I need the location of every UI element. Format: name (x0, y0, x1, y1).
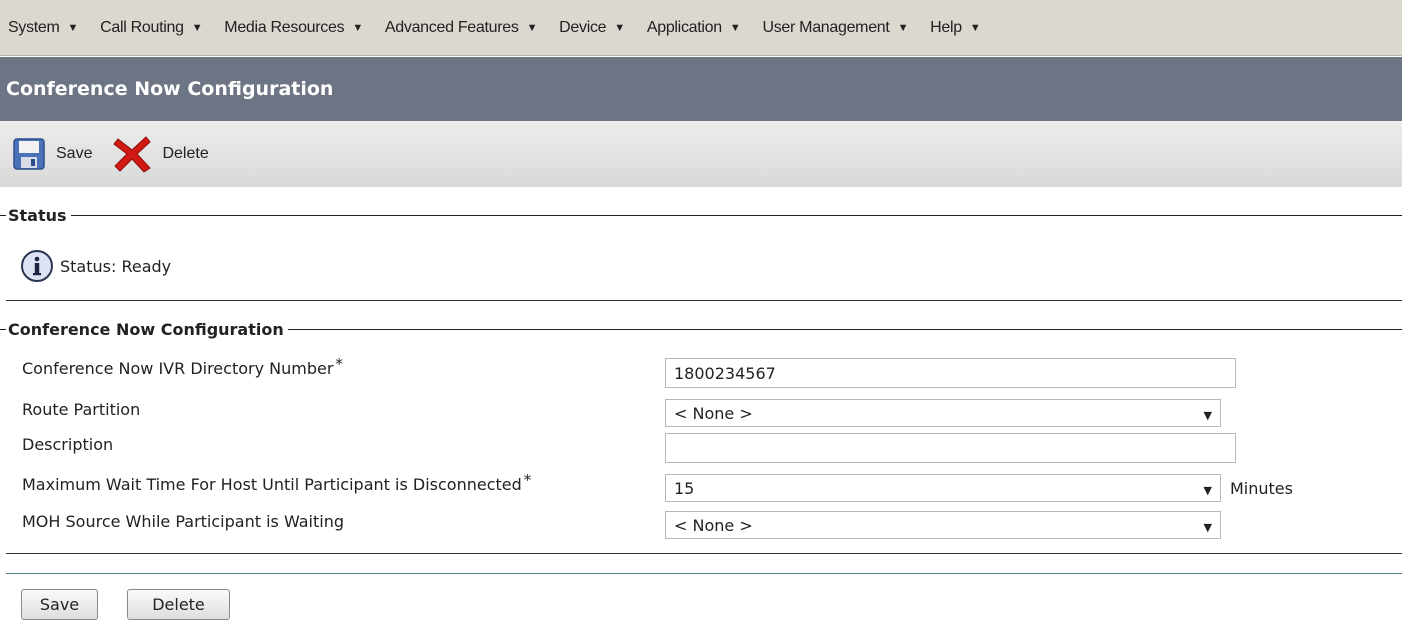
menu-call-routing[interactable]: Call Routing ▼ (100, 19, 202, 37)
moh-source-label: MOH Source While Participant is Waiting (22, 512, 344, 531)
save-button[interactable]: Save (21, 589, 98, 620)
menu-user-management[interactable]: User Management ▼ (762, 19, 908, 37)
max-wait-select[interactable]: 15 ▼ (665, 474, 1221, 502)
info-icon (21, 250, 53, 282)
delete-button-label: Delete (152, 595, 205, 614)
caret-down-icon: ▼ (969, 21, 981, 34)
caret-down-icon: ▼ (352, 21, 363, 34)
status-text: Status: Ready (60, 256, 172, 276)
description-label-text: Description (22, 435, 114, 454)
ivr-dn-value: 1800234567 (674, 363, 776, 383)
status-section-divider (6, 300, 1402, 301)
menu-advanced-features[interactable]: Advanced Features ▼ (384, 18, 538, 37)
delete-label: Delete (162, 145, 209, 162)
required-marker: * (523, 471, 532, 489)
caret-down-icon: ▼ (191, 21, 203, 34)
max-wait-label-text: Maximum Wait Time For Host Until Partici… (22, 475, 522, 494)
menu-help[interactable]: Help ▼ (930, 18, 981, 37)
menu-application[interactable]: Application ▼ (647, 19, 741, 37)
delete-button[interactable]: Delete (127, 589, 230, 620)
menu-label: System (8, 18, 60, 36)
max-wait-unit: Minutes (1230, 479, 1293, 498)
menu-label: User Management (762, 18, 890, 36)
caret-down-icon: ▼ (897, 21, 909, 34)
menu-label: Call Routing (100, 18, 184, 36)
toolbar: Save Delete (0, 121, 1402, 187)
status-row: Status: Ready (20, 249, 171, 283)
menu-label: Application (646, 18, 722, 36)
legend-dash (0, 215, 6, 216)
menu-system[interactable]: System ▼ (8, 19, 78, 37)
config-section-legend: Conference Now Configuration (0, 320, 1402, 339)
moh-source-label-text: MOH Source While Participant is Waiting (22, 512, 344, 531)
config-legend-text: Conference Now Configuration (8, 320, 284, 339)
ivr-dn-input[interactable]: 1800234567 (665, 358, 1236, 388)
top-menu-bar: System ▼ Call Routing ▼ Media Resources ▼ A… (0, 0, 1402, 56)
menu-label: Device (559, 18, 607, 36)
save-icon (13, 138, 45, 170)
moh-source-select[interactable]: < None > ▼ (665, 511, 1221, 539)
menu-label: Media Resources (224, 18, 345, 36)
legend-line (287, 329, 1402, 330)
caret-down-icon: ▼ (67, 21, 79, 34)
required-marker: * (335, 355, 343, 373)
max-wait-value: 15 (674, 478, 695, 498)
button-area-separator (6, 573, 1402, 574)
menu-device[interactable]: Device ▼ (559, 19, 625, 37)
page-title: Conference Now Configuration (6, 78, 334, 100)
caret-down-icon: ▼ (614, 21, 625, 34)
max-wait-label: Maximum Wait Time For Host Until Partici… (22, 471, 531, 494)
dropdown-arrow-icon: ▼ (1203, 483, 1212, 497)
menu-label: Help (930, 18, 962, 36)
description-label: Description (22, 435, 113, 454)
menu-media-resources[interactable]: Media Resources ▼ (224, 19, 363, 37)
page-title-bar: Conference Now Configuration (0, 57, 1402, 121)
config-section-divider (6, 553, 1402, 554)
save-button-label: Save (39, 595, 80, 614)
toolbar-save-button[interactable]: Save (12, 137, 92, 171)
description-input[interactable] (665, 433, 1236, 463)
caret-down-icon: ▼ (729, 21, 741, 34)
menu-label: Advanced Features (384, 18, 519, 36)
dropdown-arrow-icon: ▼ (1203, 520, 1212, 534)
status-section-legend: Status (0, 206, 1402, 225)
route-partition-label: Route Partition (22, 400, 140, 419)
route-partition-select[interactable]: < None > ▼ (665, 399, 1221, 427)
ivr-dn-label-text: Conference Now IVR Directory Number (22, 359, 334, 378)
legend-dash (0, 329, 6, 330)
moh-source-value: < None > (674, 515, 753, 535)
route-partition-value: < None > (674, 403, 753, 423)
toolbar-delete-button[interactable]: Delete (112, 135, 209, 173)
route-partition-label-text: Route Partition (22, 400, 141, 419)
save-label: Save (56, 145, 93, 162)
delete-x-icon (113, 136, 152, 173)
ivr-dn-label: Conference Now IVR Directory Number * (22, 355, 343, 378)
dropdown-arrow-icon: ▼ (1203, 408, 1212, 422)
legend-line (70, 215, 1402, 216)
caret-down-icon: ▼ (526, 21, 538, 34)
status-legend-text: Status (8, 206, 67, 225)
